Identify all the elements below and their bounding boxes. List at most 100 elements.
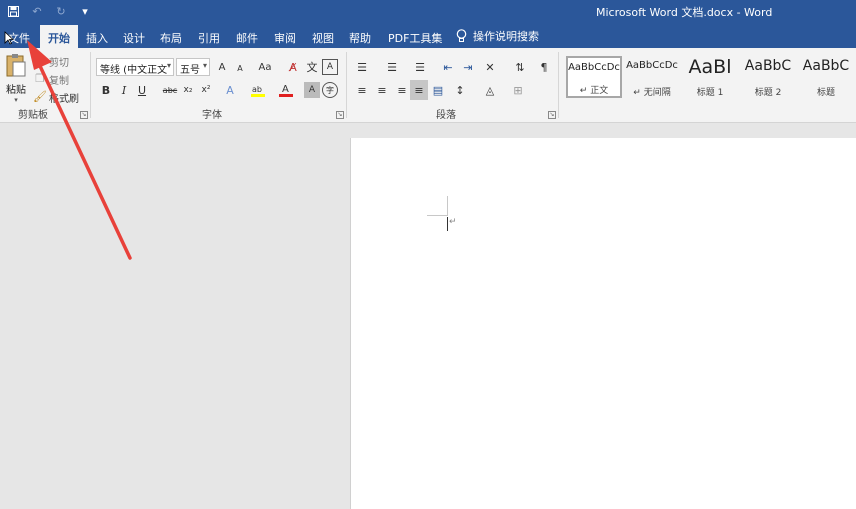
numbering-icon[interactable]: ☰	[384, 59, 400, 75]
style-heading-2[interactable]: AaBbC 标题 2	[740, 56, 796, 98]
format-painter-label[interactable]: 格式刷	[49, 90, 79, 105]
strikethrough-icon[interactable]: abc	[160, 82, 180, 98]
redo-icon[interactable]: ↻	[52, 2, 70, 20]
tab-insert[interactable]: 插入	[86, 25, 108, 48]
group-divider	[558, 52, 559, 118]
justify-icon[interactable]: ≡	[410, 80, 428, 100]
font-name-combo[interactable]: 等线 (中文正文 ▾	[96, 58, 174, 76]
italic-icon[interactable]: I	[116, 82, 132, 98]
grow-font-icon[interactable]: A	[214, 59, 230, 75]
paragraph-launcher-icon[interactable]: ↘	[548, 111, 556, 119]
tab-mailings[interactable]: 邮件	[236, 25, 258, 48]
text-cursor	[447, 217, 448, 231]
shading-icon[interactable]: ◬	[482, 82, 498, 98]
document-page[interactable]: ↵	[350, 138, 856, 509]
margin-corner-mark	[427, 215, 447, 216]
document-area: ↵	[0, 124, 856, 509]
scissors-icon[interactable]: ✂	[32, 52, 48, 68]
tab-pdf-tools[interactable]: PDF工具集	[388, 25, 442, 48]
shrink-font-icon[interactable]: A	[232, 60, 248, 76]
style-sample: AaBbCcDc	[568, 62, 620, 73]
tab-review[interactable]: 审阅	[274, 25, 296, 48]
save-icon[interactable]	[4, 2, 22, 20]
style-name: 标题	[816, 88, 835, 98]
paste-label: 粘贴	[6, 85, 26, 96]
cut-label[interactable]: 剪切	[49, 54, 69, 69]
highlight-color-icon[interactable]: ab	[250, 82, 266, 98]
style-title[interactable]: AaBbC 标题	[798, 56, 854, 98]
style-sample: AaBbCcDc	[626, 60, 678, 71]
chevron-down-icon: ▾	[166, 61, 171, 70]
sort-icon[interactable]: ⇅	[512, 59, 528, 75]
chevron-down-icon: ▾	[14, 96, 18, 104]
paste-button[interactable]: 粘贴 ▾	[2, 52, 30, 104]
group-divider	[346, 52, 347, 118]
font-launcher-icon[interactable]: ↘	[336, 111, 344, 119]
subscript-icon[interactable]: x₂	[180, 82, 196, 98]
bold-icon[interactable]: B	[98, 82, 114, 98]
clipboard-launcher-icon[interactable]: ↘	[80, 111, 88, 119]
line-spacing-icon[interactable]: ↕	[452, 82, 468, 98]
tab-home[interactable]: 开始	[40, 25, 78, 48]
tab-view[interactable]: 视图	[312, 25, 334, 48]
style-sample: AaBbC	[744, 58, 792, 74]
borders-icon[interactable]: ⊞	[510, 82, 526, 98]
chevron-down-icon: ▾	[202, 61, 207, 70]
character-border-icon[interactable]: A	[322, 59, 338, 75]
lightbulb-icon	[456, 29, 467, 42]
style-name: 标题 1	[696, 88, 724, 98]
tab-design[interactable]: 设计	[123, 25, 145, 48]
clipboard-group-label: 剪贴板	[18, 110, 48, 121]
align-left-icon[interactable]: ≡	[354, 82, 370, 98]
clear-formatting-icon[interactable]: A̸	[285, 59, 301, 75]
tab-references[interactable]: 引用	[198, 25, 220, 48]
underline-icon[interactable]: U	[134, 82, 150, 98]
enclose-characters-icon[interactable]: 字	[322, 82, 338, 98]
style-name: ↵ 无间隔	[633, 88, 671, 98]
paste-icon	[6, 54, 26, 77]
svg-text:ab: ab	[252, 85, 262, 94]
style-heading-1[interactable]: AaBl 标题 1	[682, 56, 738, 98]
style-sample: AaBl	[688, 56, 732, 78]
tab-layout[interactable]: 布局	[160, 25, 182, 48]
character-shading-icon[interactable]: A	[304, 82, 320, 98]
distributed-icon[interactable]: ▤	[430, 82, 446, 98]
align-center-icon[interactable]: ≡	[374, 82, 390, 98]
tell-me-label: 操作说明搜索	[473, 30, 539, 43]
decrease-indent-icon[interactable]: ⇤	[440, 59, 456, 75]
font-color-icon[interactable]: A	[278, 82, 294, 98]
change-case-icon[interactable]: Aa	[254, 59, 276, 75]
format-painter-icon[interactable]: 🖌	[32, 88, 48, 104]
phonetic-guide-icon[interactable]: 文	[304, 59, 320, 75]
paragraph-mark-icon: ↵	[449, 217, 457, 227]
bullets-icon[interactable]: ☰	[354, 59, 370, 75]
style-normal[interactable]: AaBbCcDc ↵ 正文	[566, 56, 622, 98]
superscript-icon[interactable]: x²	[198, 82, 214, 98]
svg-text:A: A	[282, 84, 289, 95]
copy-icon[interactable]: ❐	[32, 70, 48, 86]
font-group-label: 字体	[202, 110, 222, 121]
style-no-spacing[interactable]: AaBbCcDc ↵ 无间隔	[624, 56, 680, 98]
multilevel-list-icon[interactable]: ☰	[412, 59, 428, 75]
show-marks-icon[interactable]: ¶	[536, 59, 552, 75]
undo-icon[interactable]: ↶	[28, 2, 46, 20]
tell-me-search[interactable]: 操作说明搜索	[456, 28, 539, 44]
align-right-icon[interactable]: ≡	[394, 82, 410, 98]
style-name: ↵ 正文	[579, 86, 609, 96]
customize-qat-icon[interactable]: ▾	[76, 2, 94, 20]
style-name: 标题 2	[754, 88, 782, 98]
chinese-layout-icon[interactable]: ✕	[482, 59, 498, 75]
tab-help[interactable]: 帮助	[349, 25, 371, 48]
group-divider	[90, 52, 91, 118]
margin-corner-mark	[447, 196, 448, 216]
font-name-value: 等线 (中文正文	[100, 65, 168, 76]
font-size-value: 五号	[180, 65, 200, 76]
copy-label[interactable]: 复制	[49, 72, 69, 87]
ribbon-tabs: 文件 开始 插入 设计 布局 引用 邮件 审阅 视图 帮助 PDF工具集 操作说…	[0, 22, 856, 48]
increase-indent-icon[interactable]: ⇥	[460, 59, 476, 75]
text-effects-icon[interactable]: A	[222, 82, 238, 98]
title-bar: ↶ ↻ ▾ Microsoft Word 文档.docx - Word	[0, 0, 856, 22]
window-title: Microsoft Word 文档.docx - Word	[596, 6, 773, 19]
quick-access-toolbar: ↶ ↻ ▾	[4, 2, 94, 20]
font-size-combo[interactable]: 五号 ▾	[176, 58, 210, 76]
